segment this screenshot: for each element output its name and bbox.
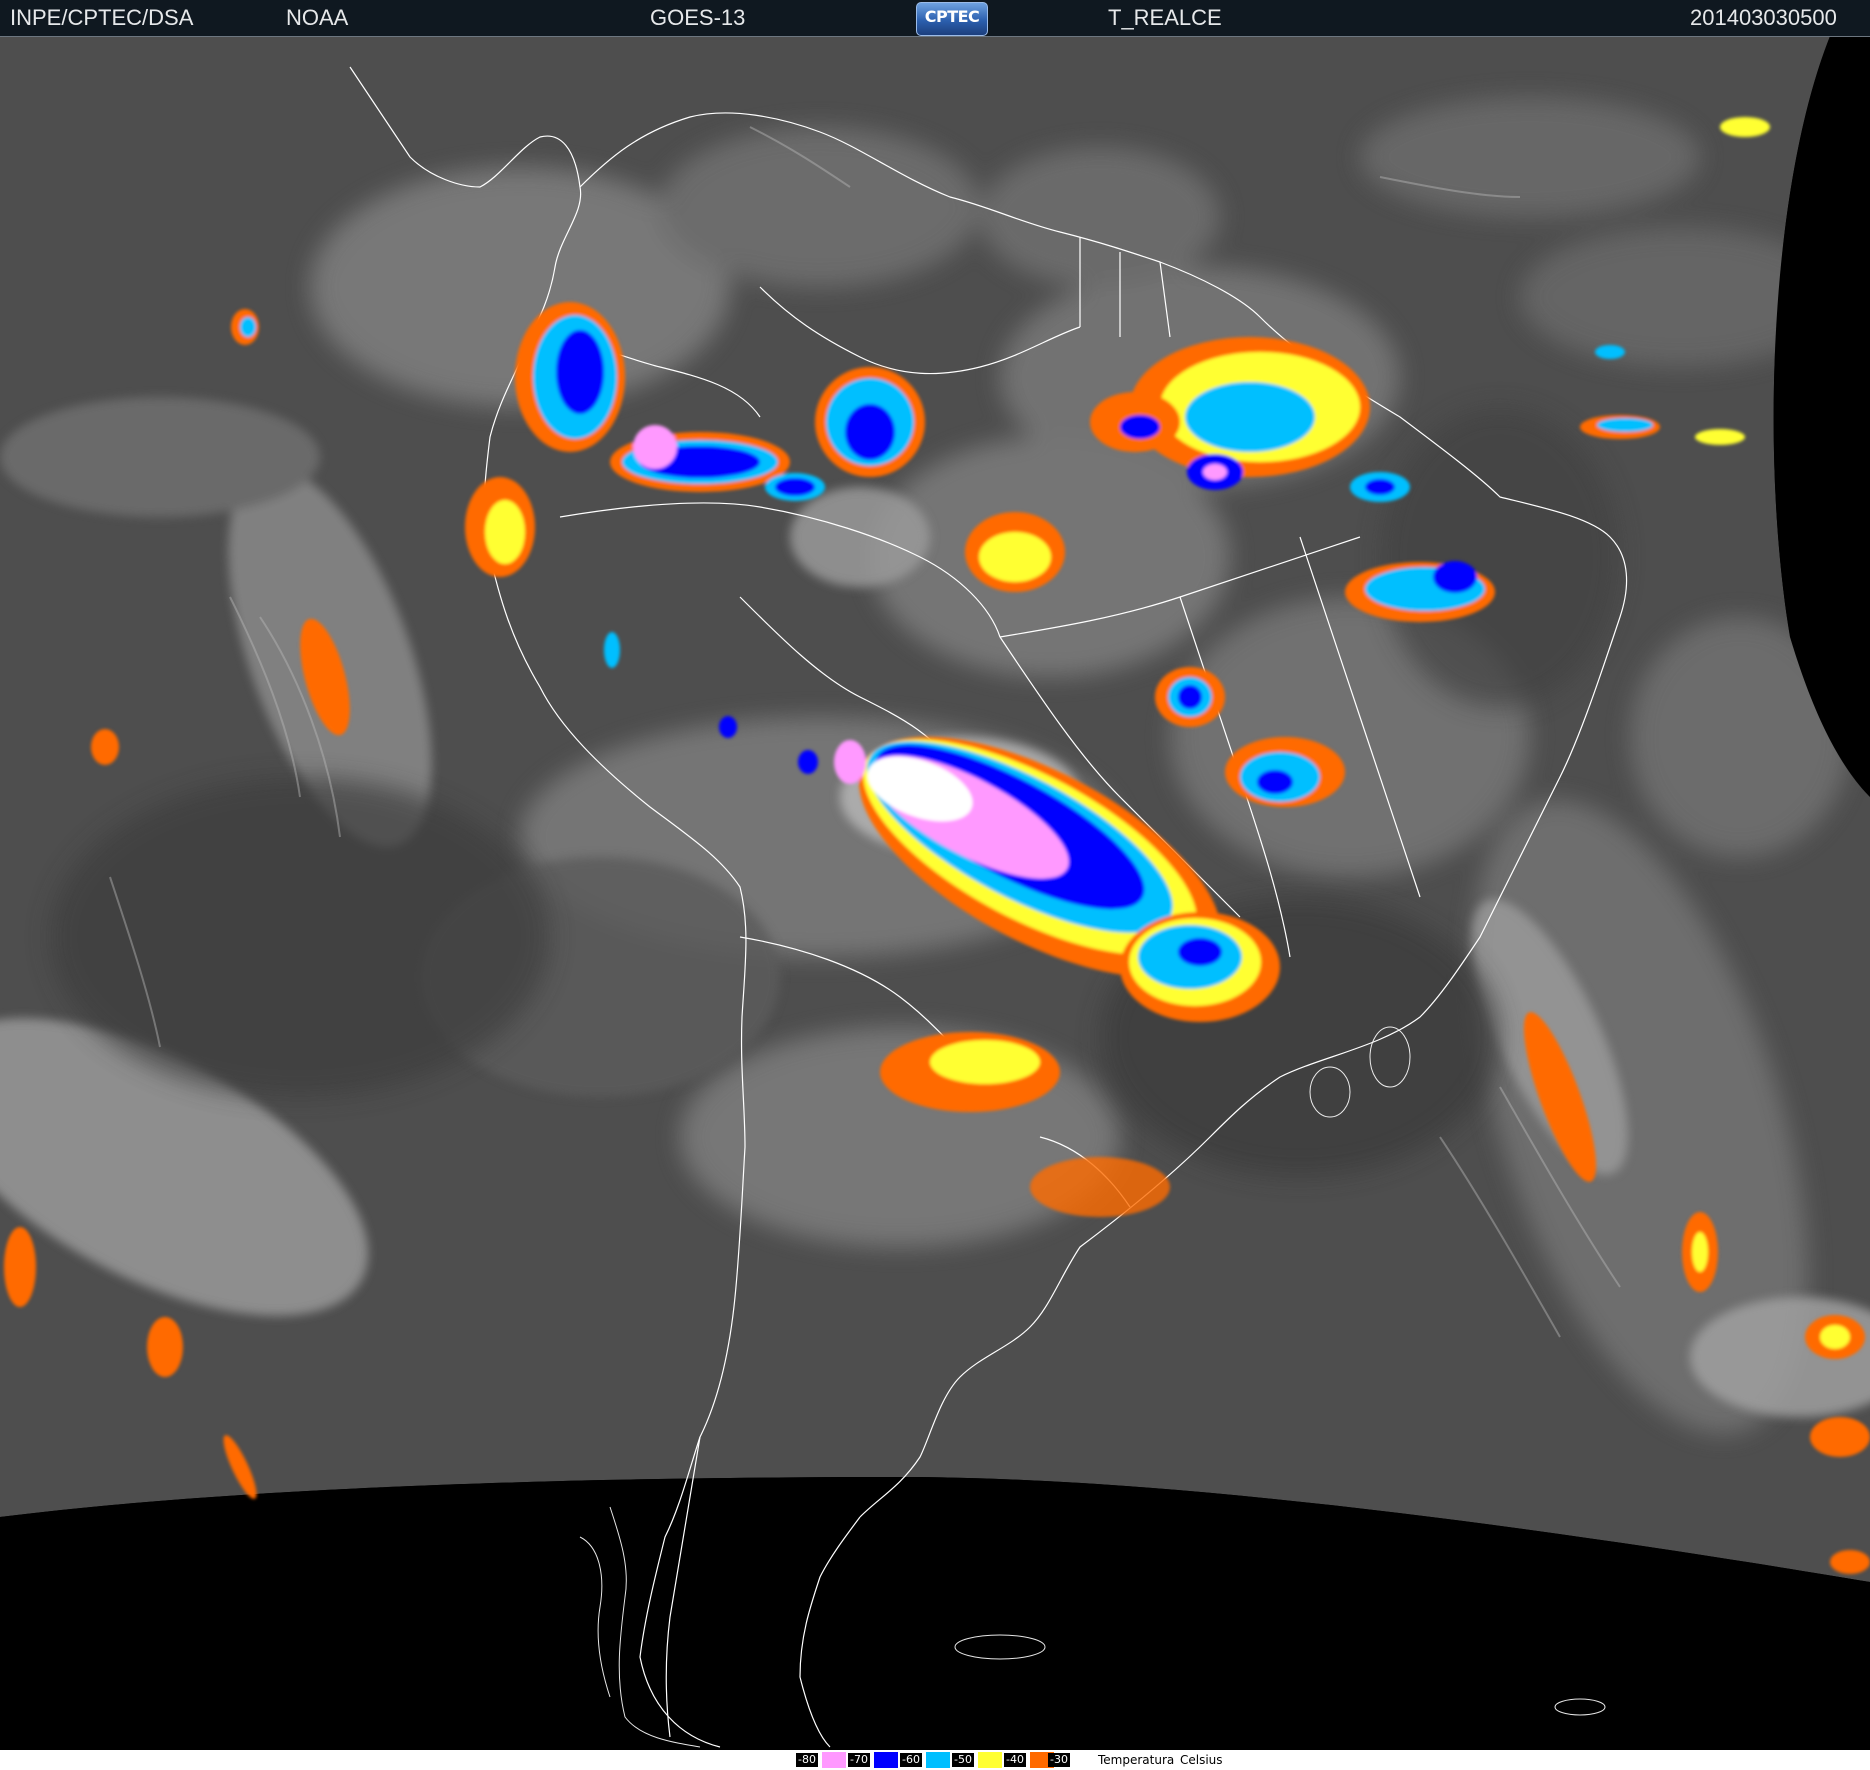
satellite-map [0, 37, 1870, 1750]
legend-tick-1: -70 [848, 1753, 870, 1767]
timestamp-label: 201403030500 [1690, 5, 1837, 30]
legend-caption-2: Celsius [1180, 1753, 1223, 1767]
legend-swatch-1 [874, 1752, 898, 1768]
temperature-legend: -80 -70 -60 -50 -40 -30 Temperatura Cels… [0, 1750, 1870, 1770]
legend-swatch-3 [978, 1752, 1002, 1768]
mcs-southeast [1120, 912, 1280, 1022]
legend-caption-1: Temperatura [1098, 1753, 1175, 1767]
legend-tick-2: -60 [900, 1753, 922, 1767]
legend-tick-4: -40 [1004, 1753, 1026, 1767]
legend-tick-0: -80 [796, 1753, 818, 1767]
product-label: T_REALCE [1108, 5, 1222, 30]
cptec-logo: CPTEC [916, 2, 988, 36]
legend-tick-3: -50 [952, 1753, 974, 1767]
legend-swatch-2 [926, 1752, 950, 1768]
satellite-label: GOES-13 [650, 5, 746, 30]
agency-label: NOAA [286, 5, 349, 30]
institution-label: INPE/CPTEC/DSA [10, 5, 194, 30]
satellite-image [0, 37, 1870, 1750]
legend-swatch-0 [822, 1752, 846, 1768]
header-bar: INPE/CPTEC/DSA NOAA GOES-13 CPTEC T_REAL… [0, 0, 1870, 37]
logo-text: CPTEC [924, 7, 980, 26]
legend-tick-5: -30 [1048, 1753, 1070, 1767]
